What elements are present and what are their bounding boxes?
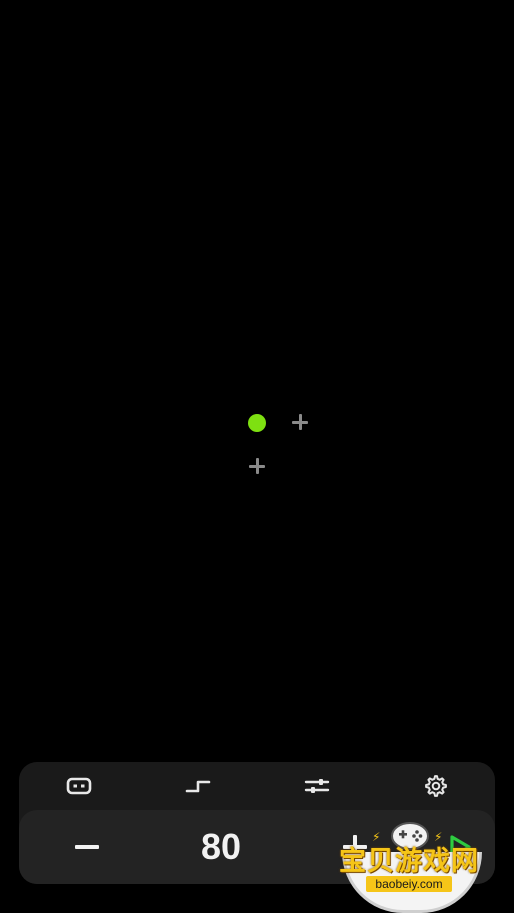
watermark-title: 宝贝游戏网	[339, 846, 479, 876]
sliders-icon	[304, 779, 329, 793]
step-icon	[185, 780, 210, 793]
tempo-value: 80	[200, 826, 242, 867]
sliders-button[interactable]	[295, 766, 339, 806]
display-icon	[66, 777, 91, 795]
settings-button[interactable]	[414, 766, 458, 806]
toolbar	[19, 762, 495, 810]
step-pattern-button[interactable]	[176, 766, 220, 806]
beat-marker-plus-icon[interactable]	[291, 413, 309, 431]
minus-icon	[75, 845, 99, 849]
decrease-tempo-button[interactable]	[67, 827, 107, 867]
app-screen: 80 ⚡ ⚡ 宝贝游戏网 baobeiy.com	[0, 0, 514, 913]
spark-icon: ⚡	[372, 830, 381, 844]
gear-icon	[424, 775, 447, 797]
beat-marker-plus-icon[interactable]	[248, 457, 266, 475]
active-beat-dot	[248, 414, 266, 432]
spark-icon: ⚡	[434, 830, 443, 844]
beat-visualizer	[0, 0, 514, 760]
visual-mode-button[interactable]	[57, 766, 101, 806]
watermark-logo: ⚡ ⚡ 宝贝游戏网 baobeiy.com	[334, 812, 484, 913]
watermark-url: baobeiy.com	[366, 876, 452, 892]
